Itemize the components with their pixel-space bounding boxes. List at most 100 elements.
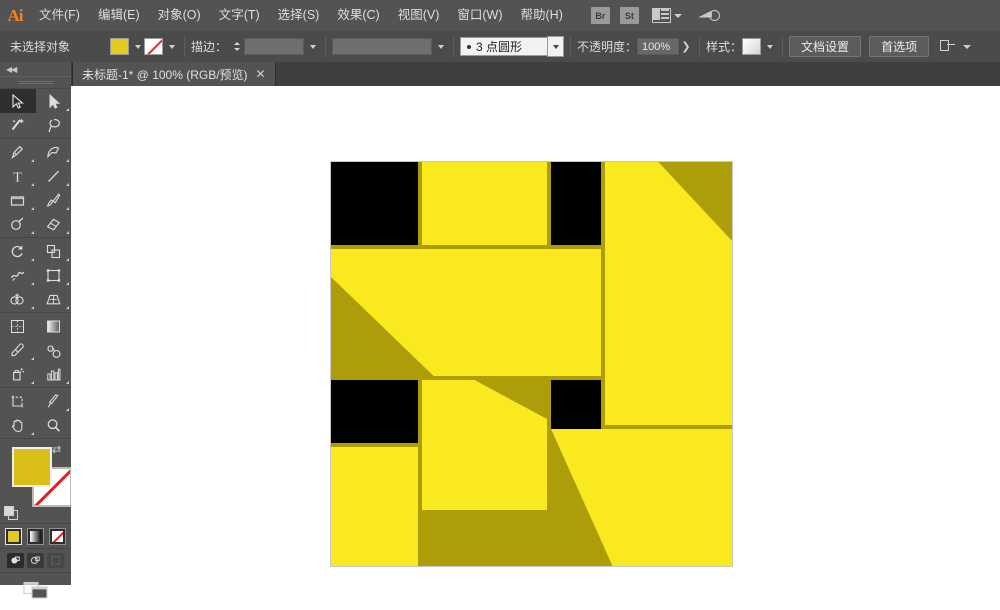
symbol-sprayer-tool[interactable] xyxy=(0,362,36,386)
draw-normal-button[interactable] xyxy=(7,553,24,568)
change-screen-mode-icon[interactable] xyxy=(23,580,49,603)
tools-panel-header[interactable]: ◀◀ xyxy=(0,62,71,77)
perspective-grid-tool[interactable] xyxy=(36,287,72,311)
opacity-flyout-icon[interactable]: ❯ xyxy=(679,38,693,55)
slice-tool[interactable] xyxy=(36,389,72,413)
cell-r1c1-black[interactable] xyxy=(331,162,418,245)
fill-dropdown-icon[interactable] xyxy=(131,38,144,55)
menu-window[interactable]: 窗口(W) xyxy=(448,0,511,31)
cell-r1c2-yellow[interactable] xyxy=(422,162,547,245)
eraser-tool[interactable] xyxy=(36,212,72,236)
shaper-tool[interactable] xyxy=(0,212,36,236)
stroke-weight-stepper[interactable] xyxy=(231,38,242,55)
mesh-tool[interactable] xyxy=(0,314,36,338)
menu-file[interactable]: 文件(F) xyxy=(30,0,89,31)
menu-view[interactable]: 视图(V) xyxy=(389,0,449,31)
eyedropper-tool[interactable] xyxy=(0,338,36,362)
cell-r4c3-yellow-face xyxy=(551,429,732,566)
stroke-dropdown-icon[interactable] xyxy=(165,38,178,55)
lasso-tool[interactable] xyxy=(36,113,72,137)
line-segment-tool[interactable] xyxy=(36,164,72,188)
artboard[interactable] xyxy=(331,162,732,566)
curvature-tool[interactable] xyxy=(36,140,72,164)
color-swatch-button[interactable] xyxy=(5,528,22,545)
rotate-tool[interactable] xyxy=(0,239,36,263)
document-tab-title: 未标题-1* @ 100% (RGB/预览) xyxy=(82,66,248,83)
menu-bar: Ai 文件(F) 编辑(E) 对象(O) 文字(T) 选择(S) 效果(C) 视… xyxy=(0,0,1000,32)
align-icon[interactable] xyxy=(939,39,956,55)
menu-select[interactable]: 选择(S) xyxy=(269,0,329,31)
width-tool[interactable] xyxy=(0,263,36,287)
tool-group-transform xyxy=(0,239,71,313)
divider xyxy=(325,37,326,57)
close-icon[interactable]: ✕ xyxy=(256,68,266,80)
menu-object[interactable]: 对象(O) xyxy=(149,0,210,31)
brush-definition-select[interactable]: 3 点圆形 xyxy=(460,37,548,56)
gradient-swatch-button[interactable] xyxy=(27,528,44,545)
stroke-profile-dropdown-icon[interactable] xyxy=(434,38,447,55)
creative-cloud-sync-icon[interactable] xyxy=(698,7,720,25)
brush-definition-dropdown-icon[interactable] xyxy=(547,36,564,57)
cell-r1c4-yellow-face xyxy=(605,162,732,425)
draw-behind-button[interactable] xyxy=(27,553,44,568)
graphic-style-dropdown-icon[interactable] xyxy=(763,38,776,55)
shape-builder-tool[interactable] xyxy=(0,287,36,311)
menu-help[interactable]: 帮助(H) xyxy=(512,0,572,31)
chevron-down-icon xyxy=(674,14,682,18)
stroke-swatch[interactable] xyxy=(144,38,163,55)
column-graph-tool[interactable] xyxy=(36,362,72,386)
cell-r3-mid-yellow[interactable] xyxy=(422,380,547,510)
pen-tool[interactable] xyxy=(0,140,36,164)
canvas-area[interactable] xyxy=(71,86,1000,585)
magic-wand-tool[interactable] xyxy=(0,113,36,137)
arrange-documents-button[interactable] xyxy=(652,8,682,23)
graphic-style-swatch[interactable] xyxy=(742,38,761,55)
blend-tool[interactable] xyxy=(36,338,72,362)
paintbrush-tool[interactable] xyxy=(36,188,72,212)
tool-group-selection xyxy=(0,89,71,139)
document-tab[interactable]: 未标题-1* @ 100% (RGB/预览) ✕ xyxy=(72,62,276,86)
cell-r4c1-yellow[interactable] xyxy=(331,447,418,566)
stroke-weight-dropdown-icon[interactable] xyxy=(306,38,319,55)
direct-selection-tool[interactable] xyxy=(36,89,72,113)
cell-r2-wide-yellow[interactable] xyxy=(331,249,601,376)
fill-swatch[interactable] xyxy=(110,38,129,55)
illustrator-window: Ai 文件(F) 编辑(E) 对象(O) 文字(T) 选择(S) 效果(C) 视… xyxy=(0,0,1000,585)
cell-r4c3-yellow[interactable] xyxy=(551,429,732,566)
draw-inside-button[interactable] xyxy=(47,553,64,568)
artboard-tool[interactable] xyxy=(0,389,36,413)
menu-edit[interactable]: 编辑(E) xyxy=(89,0,149,31)
selection-tool[interactable] xyxy=(0,89,36,113)
type-tool[interactable]: T xyxy=(0,164,36,188)
bridge-button[interactable]: Br xyxy=(591,7,610,24)
menu-type[interactable]: 文字(T) xyxy=(210,0,269,31)
default-fill-stroke-icon[interactable] xyxy=(4,506,17,519)
document-setup-button[interactable]: 文档设置 xyxy=(789,36,861,57)
document-tab-bar: 未标题-1* @ 100% (RGB/预览) ✕ xyxy=(0,62,1000,87)
scale-tool[interactable] xyxy=(36,239,72,263)
fill-color-swatch[interactable] xyxy=(12,447,52,487)
align-chevron-down-icon[interactable] xyxy=(963,45,971,49)
cell-r1c4-yellow[interactable] xyxy=(605,162,732,425)
stroke-weight-input[interactable] xyxy=(244,38,304,55)
collapse-panel-icon[interactable]: ◀◀ xyxy=(6,65,16,74)
opacity-input[interactable]: 100% xyxy=(637,38,679,55)
none-swatch-button[interactable] xyxy=(49,528,66,545)
cell-r1c3-black[interactable] xyxy=(551,162,601,245)
hand-tool[interactable] xyxy=(0,413,36,437)
cell-r1c2-yellow-face xyxy=(422,162,547,245)
gradient-tool[interactable] xyxy=(36,314,72,338)
swap-fill-stroke-icon[interactable]: ⇄ xyxy=(52,443,66,457)
rectangle-tool[interactable] xyxy=(0,188,36,212)
control-bar: 未选择对象 描边： 3 点圆形 不透明度： 100% ❯ 样式： 文档设置 xyxy=(0,31,1000,63)
stroke-profile-input[interactable] xyxy=(332,38,432,55)
zoom-tool[interactable] xyxy=(36,413,72,437)
cell-r3c1-black[interactable] xyxy=(331,380,418,443)
preferences-button[interactable]: 首选项 xyxy=(869,36,929,57)
fill-stroke-indicator: ⇄ xyxy=(0,443,71,521)
stock-button[interactable]: St xyxy=(620,7,639,24)
menu-effect[interactable]: 效果(C) xyxy=(328,0,388,31)
tool-group-artboard xyxy=(0,389,71,439)
free-transform-tool[interactable] xyxy=(36,263,72,287)
tools-panel-grip[interactable] xyxy=(0,77,71,89)
